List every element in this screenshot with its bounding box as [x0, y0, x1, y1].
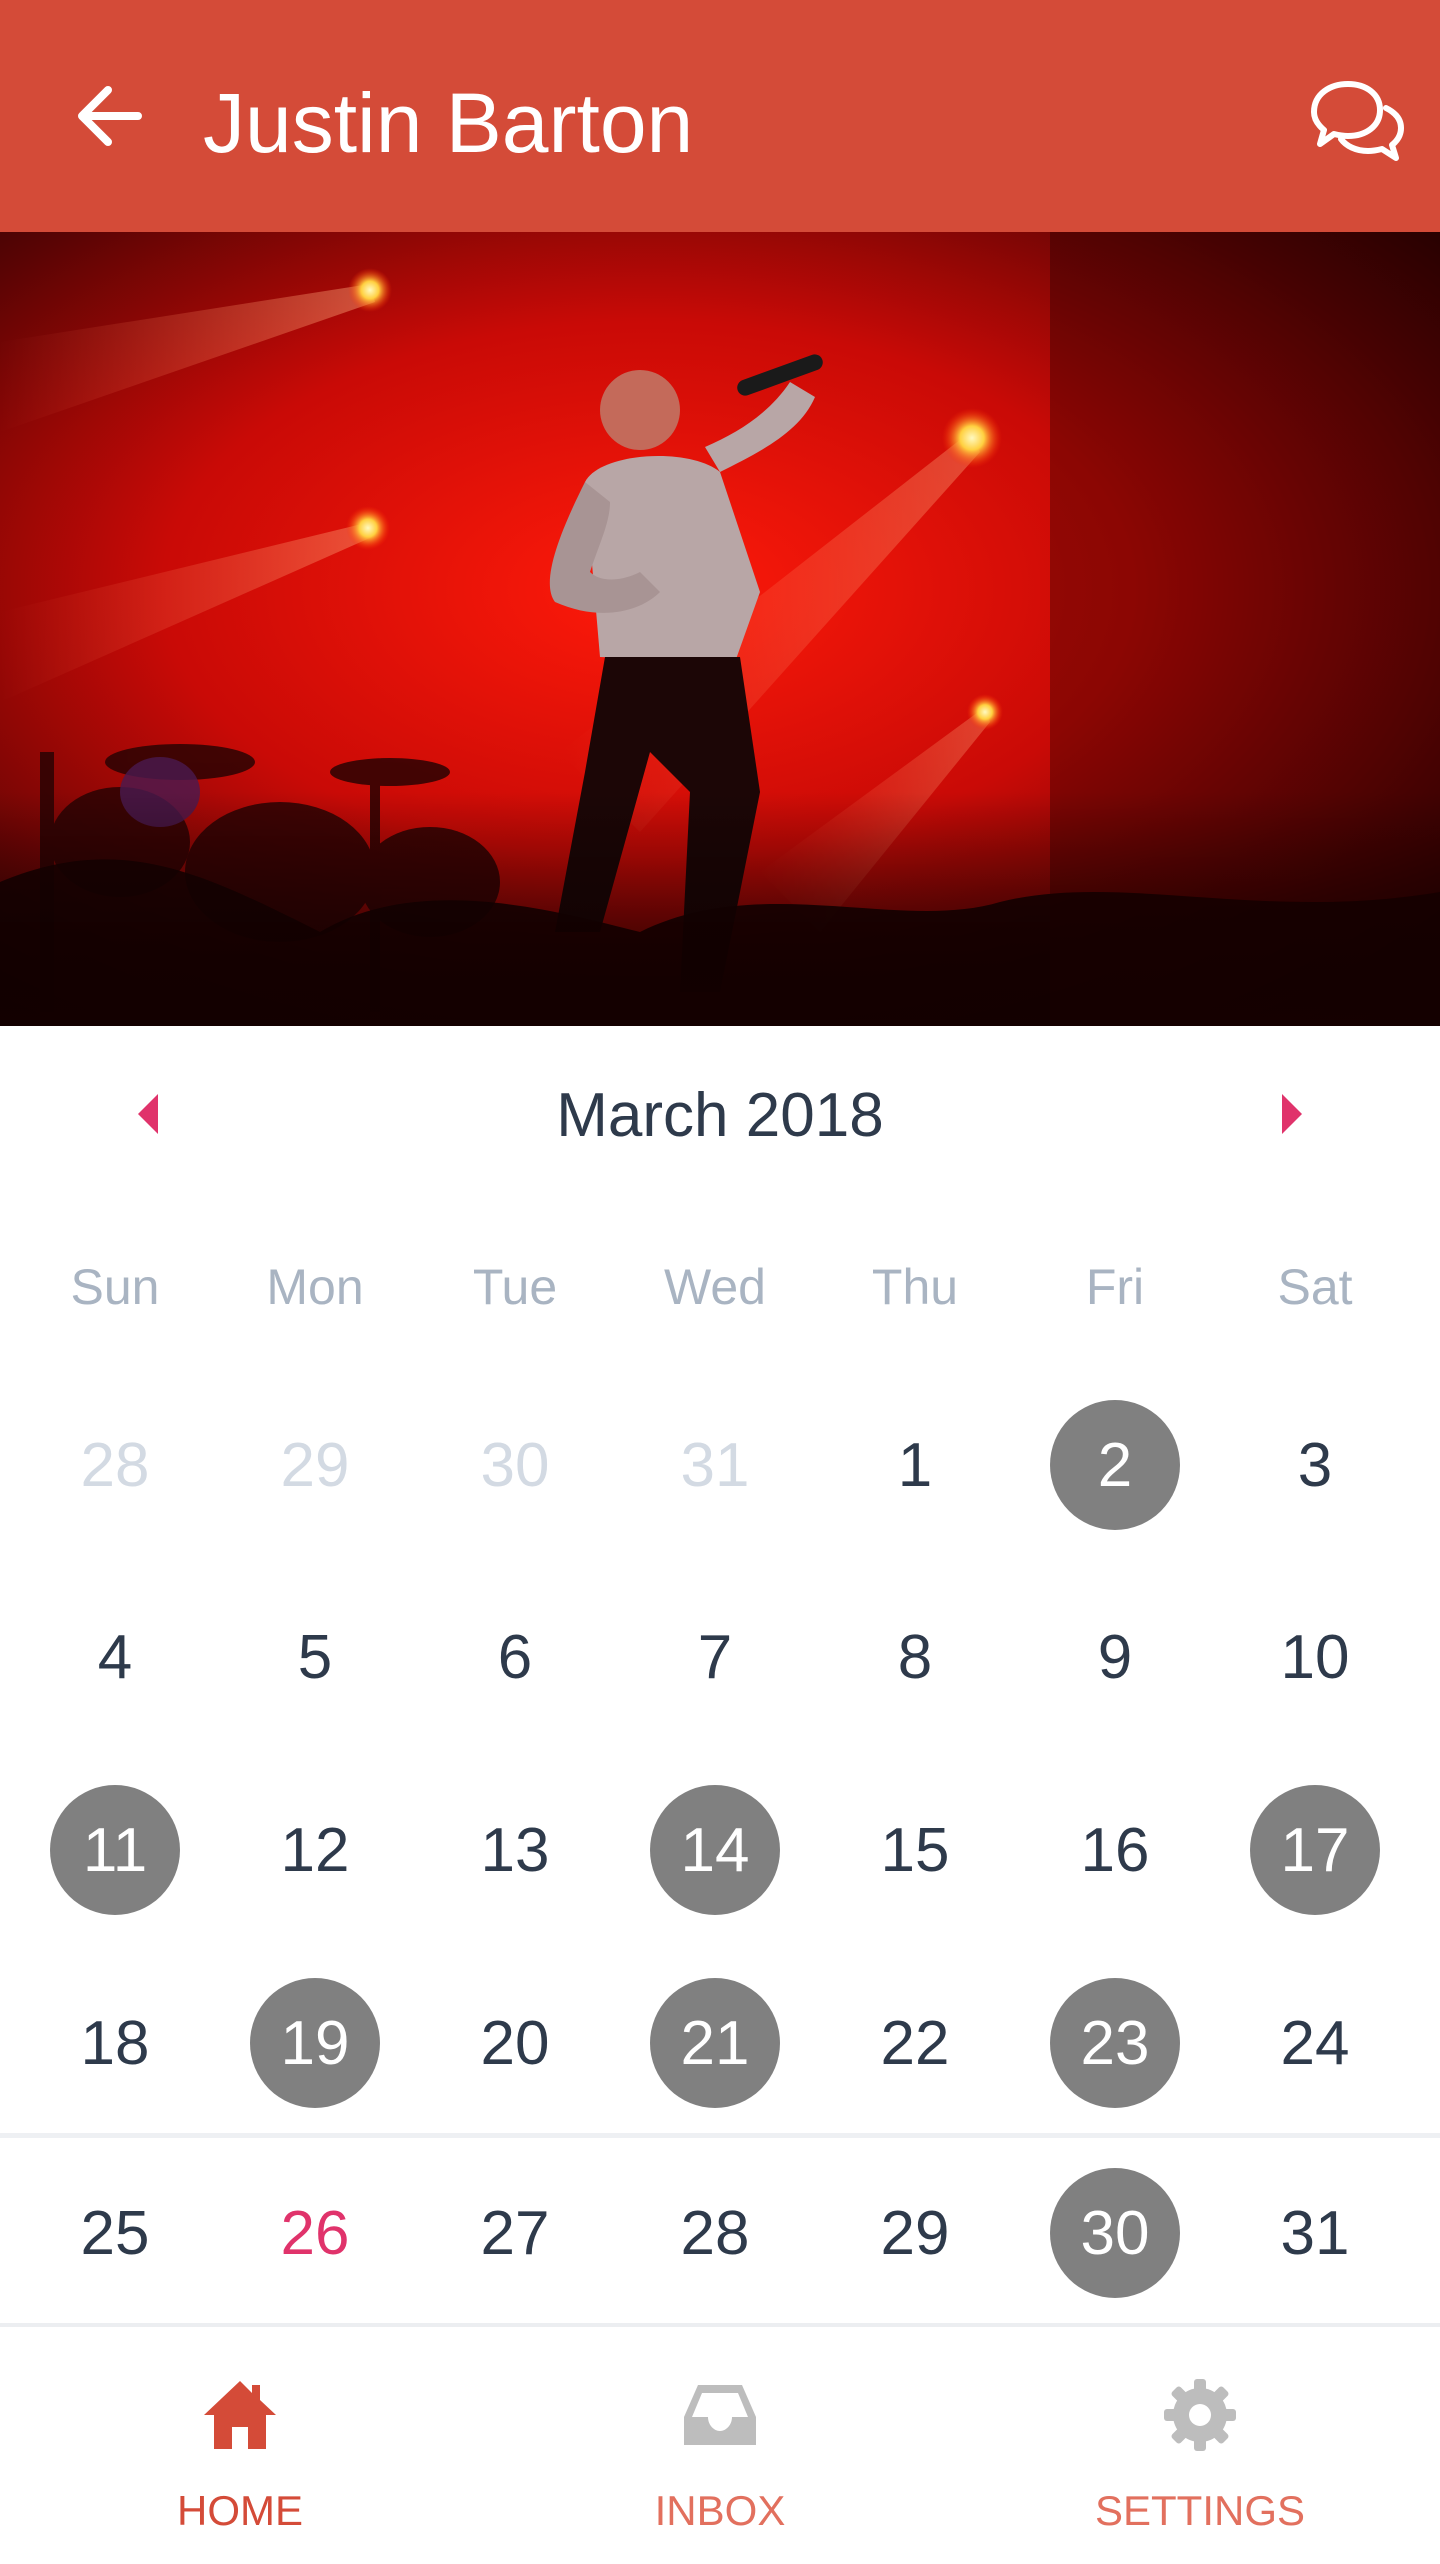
next-month-button[interactable]	[1260, 1084, 1320, 1144]
weekday-label: Tue	[472, 1259, 558, 1315]
chat-bubbles-icon	[1311, 81, 1404, 161]
calendar-day[interactable]: 1	[850, 1400, 980, 1530]
calendar-day[interactable]: 18	[50, 1978, 180, 2108]
calendar-day[interactable]: 28	[650, 2168, 780, 2298]
calendar-day[interactable]: 28	[50, 1400, 180, 1530]
calendar-day[interactable]: 31	[650, 1400, 780, 1530]
week-divider	[0, 2133, 1440, 2138]
nav-home-label: HOME	[177, 2487, 303, 2534]
weekday-label: Wed	[664, 1259, 766, 1315]
triangle-right-icon	[1282, 1094, 1302, 1134]
month-header: March 2018	[0, 1040, 1440, 1200]
nav-settings-label: SETTINGS	[1094, 2487, 1306, 2534]
calendar-day[interactable]: 31	[1250, 2168, 1380, 2298]
calendar-day-event[interactable]: 14	[650, 1785, 780, 1915]
calendar-day-today[interactable]: 26	[250, 2168, 380, 2298]
arrow-left-icon	[78, 86, 142, 146]
calendar-day[interactable]: 10	[1250, 1592, 1380, 1722]
nav-inbox[interactable]: INBOX	[560, 2327, 880, 2564]
gear-icon	[1164, 2379, 1236, 2451]
calendar-day-event[interactable]: 11	[50, 1785, 180, 1915]
triangle-left-icon	[138, 1094, 158, 1134]
calendar-day[interactable]: 3	[1250, 1400, 1380, 1530]
calendar-day-event[interactable]: 23	[1050, 1978, 1180, 2108]
page-title: Justin Barton	[203, 76, 694, 170]
previous-month-button[interactable]	[120, 1084, 180, 1144]
calendar-day[interactable]: 15	[850, 1785, 980, 1915]
nav-home[interactable]: HOME	[80, 2327, 400, 2564]
calendar-day[interactable]: 13	[450, 1785, 580, 1915]
calendar-day-event[interactable]: 19	[250, 1978, 380, 2108]
calendar-day[interactable]: 9	[1050, 1592, 1180, 1722]
app-bar: Justin Barton	[0, 0, 1440, 232]
month-title: March 2018	[556, 1081, 884, 1150]
concert-photo	[0, 232, 1440, 1026]
home-icon	[204, 2381, 276, 2449]
calendar-day-event[interactable]: 21	[650, 1978, 780, 2108]
calendar-day[interactable]: 22	[850, 1978, 980, 2108]
calendar-day[interactable]: 7	[650, 1592, 780, 1722]
weekday-header: Sun Mon Tue Wed Thu Fri Sat	[0, 1258, 1440, 1338]
calendar-day[interactable]: 6	[450, 1592, 580, 1722]
calendar-day[interactable]: 25	[50, 2168, 180, 2298]
calendar-day-event[interactable]: 2	[1050, 1400, 1180, 1530]
calendar-day[interactable]: 16	[1050, 1785, 1180, 1915]
weekday-label: Thu	[871, 1259, 959, 1315]
weekday-label: Mon	[266, 1259, 364, 1315]
weekday-label: Sun	[70, 1259, 160, 1315]
calendar-day[interactable]: 29	[250, 1400, 380, 1530]
calendar-day[interactable]: 4	[50, 1592, 180, 1722]
calendar-day[interactable]: 5	[250, 1592, 380, 1722]
calendar-day[interactable]: 20	[450, 1978, 580, 2108]
bottom-navigation: HOME INBOX SETTINGS	[0, 2323, 1440, 2564]
back-button[interactable]	[72, 78, 148, 154]
calendar-day[interactable]: 30	[450, 1400, 580, 1530]
calendar-day[interactable]: 27	[450, 2168, 580, 2298]
calendar-day-event[interactable]: 30	[1050, 2168, 1180, 2298]
calendar-day-event[interactable]: 17	[1250, 1785, 1380, 1915]
inbox-icon	[684, 2385, 756, 2445]
calendar-day[interactable]: 29	[850, 2168, 980, 2298]
nav-settings[interactable]: SETTINGS	[1040, 2327, 1360, 2564]
nav-inbox-label: INBOX	[654, 2487, 786, 2534]
weekday-label: Fri	[1085, 1259, 1145, 1315]
calendar-day[interactable]: 12	[250, 1785, 380, 1915]
weekday-label: Sat	[1277, 1259, 1353, 1315]
calendar-day[interactable]: 8	[850, 1592, 980, 1722]
calendar-day[interactable]: 24	[1250, 1978, 1380, 2108]
chat-button[interactable]	[1306, 76, 1406, 166]
